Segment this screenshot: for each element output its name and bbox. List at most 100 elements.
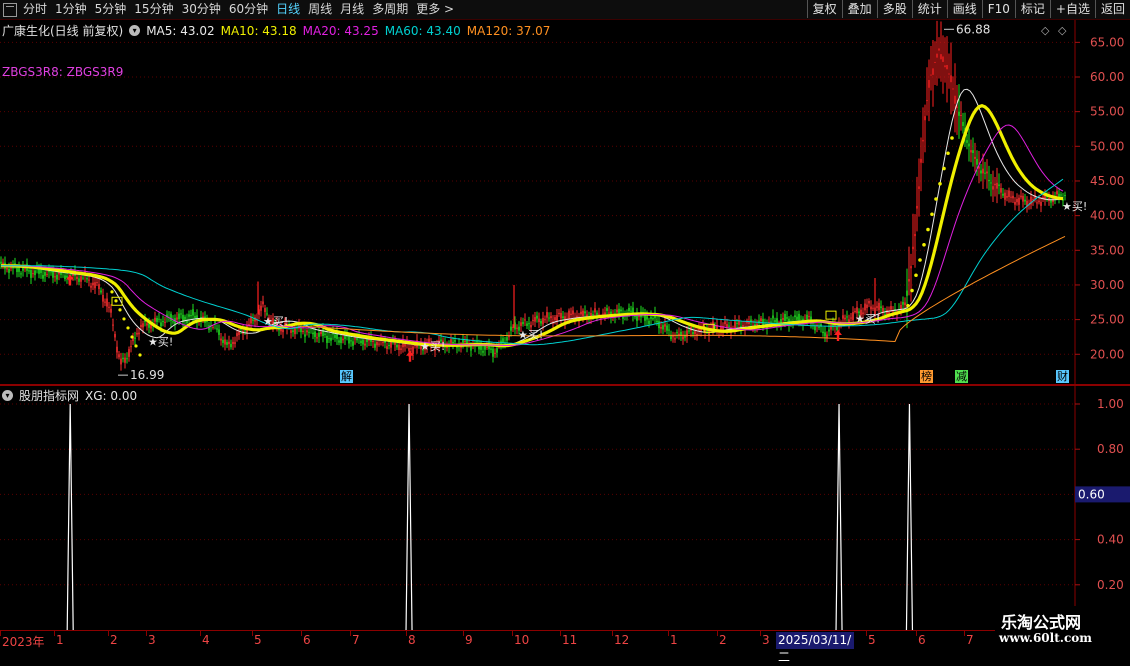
candle-body <box>940 54 942 60</box>
trend-dot <box>138 353 142 357</box>
candle-body <box>748 321 750 324</box>
candle-body <box>30 270 32 278</box>
candle-body <box>992 186 994 190</box>
candle-body <box>530 324 532 328</box>
indicator-tick-label: 1.00 <box>1097 397 1124 411</box>
candle-body <box>648 320 650 325</box>
candle-body <box>306 330 308 333</box>
trend-dot <box>930 212 934 217</box>
price-chart-svg[interactable]: 65.00 60.00 55.00 50.00 45.00 40.00 35.00 30.00… <box>0 20 1130 385</box>
diamond-icon: ◇ <box>1041 24 1050 37</box>
candle-body <box>986 171 988 174</box>
candles <box>0 20 1066 371</box>
candle-body <box>452 341 454 344</box>
candle-body <box>384 341 386 343</box>
candle-body <box>360 340 362 344</box>
candle-body <box>154 317 156 322</box>
candle-body <box>1000 188 1002 193</box>
toolbar-button-7[interactable]: +自选 <box>1049 0 1095 18</box>
candle-body <box>1036 202 1038 204</box>
candle-body <box>362 339 364 345</box>
period-tab-8[interactable]: 月线 <box>336 0 368 19</box>
indicator-svg[interactable]: 1.000.800.600.400.200.60 <box>0 386 1130 630</box>
toolbar-button-0[interactable]: 复权 <box>806 0 842 18</box>
candle-body <box>532 320 534 322</box>
candle-body <box>318 332 320 337</box>
toolbar-button-8[interactable]: 返回 <box>1094 0 1130 18</box>
period-toolbar: 分时 1分钟 5分钟 15分钟 30分钟 60分钟 日线 周线 月线 多周期 更多 > 复权 叠加 多股… <box>0 0 1130 20</box>
candle-body <box>592 314 594 316</box>
candle-body <box>938 48 940 51</box>
candle-body <box>510 326 512 331</box>
candle-body <box>910 266 912 269</box>
candle-body <box>244 330 246 332</box>
candle-body <box>562 316 564 319</box>
indicator-tick-label: 0.80 <box>1097 442 1124 456</box>
candle-body <box>378 343 380 345</box>
period-tab-9[interactable]: 多周期 <box>368 0 412 19</box>
trend-dot <box>938 181 942 186</box>
toolbar-button-4[interactable]: 画线 <box>946 0 982 18</box>
candle-body <box>864 303 866 311</box>
period-tab-6[interactable]: 日线 <box>272 0 304 19</box>
period-tab-7[interactable]: 周线 <box>304 0 336 19</box>
date-label: 7 <box>352 633 360 647</box>
event-mark-3[interactable]: 财 <box>1056 370 1069 383</box>
period-tab-3[interactable]: 15分钟 <box>130 0 177 19</box>
toolbar-button-5[interactable]: F10 <box>981 0 1015 18</box>
period-tab-1[interactable]: 1分钟 <box>51 0 91 19</box>
candle-body <box>308 331 310 333</box>
ma120-label: MA120: 37.07 <box>466 23 551 38</box>
candle-body <box>96 282 98 284</box>
candle-body <box>908 279 910 282</box>
trend-dot <box>942 166 946 171</box>
indicator-pane[interactable]: 1.000.800.600.400.200.60 ▾ 股朋指标网 XG: 0.0… <box>0 386 1130 630</box>
event-mark-2[interactable]: 减 <box>955 370 968 383</box>
candle-body <box>464 340 466 343</box>
period-tab-0[interactable]: 分时 <box>19 0 51 19</box>
candle-body <box>24 268 26 270</box>
date-tick <box>463 631 464 636</box>
candle-body <box>382 342 384 344</box>
event-mark-0[interactable]: 解 <box>340 370 353 383</box>
toolbar-button-1[interactable]: 叠加 <box>841 0 877 18</box>
period-tab-4[interactable]: 30分钟 <box>178 0 225 19</box>
indicator-tick-label: 0.20 <box>1097 578 1124 592</box>
candle-body <box>844 317 846 320</box>
candle-body <box>826 334 828 338</box>
candle-body <box>1008 190 1010 198</box>
candle-body <box>214 321 216 324</box>
candle-body <box>1022 195 1024 202</box>
period-tab-5[interactable]: 60分钟 <box>225 0 272 19</box>
period-tab-2[interactable]: 5分钟 <box>91 0 131 19</box>
toolbar-button-2[interactable]: 多股 <box>876 0 912 18</box>
candle-body <box>304 334 306 337</box>
candle-body <box>314 331 316 337</box>
date-tick <box>146 631 147 636</box>
event-mark-1[interactable]: 榜 <box>920 370 933 383</box>
trend-dot <box>114 299 118 303</box>
candle-body <box>334 334 336 338</box>
settings-circle-icon[interactable]: ▾ <box>129 25 141 36</box>
candle-body <box>328 338 330 340</box>
candle-body <box>616 309 618 313</box>
xg-signal-spike <box>835 403 843 630</box>
date-label: 2 <box>719 633 727 647</box>
window-icon[interactable] <box>3 2 17 17</box>
candle-body <box>548 317 550 319</box>
toolbar-button-6[interactable]: 标记 <box>1014 0 1050 18</box>
candle-body <box>782 318 784 320</box>
period-tab-10[interactable]: 更多 > <box>412 0 458 19</box>
candle-body <box>172 321 174 323</box>
candle-body <box>178 313 180 320</box>
date-tick <box>866 631 867 636</box>
trend-dot <box>922 242 926 247</box>
price-chart-pane[interactable]: 65.00 60.00 55.00 50.00 45.00 40.00 35.00 30.00… <box>0 20 1130 385</box>
toolbar-button-3[interactable]: 统计 <box>911 0 947 18</box>
candle-body <box>822 331 824 334</box>
candle-body <box>400 348 402 350</box>
candle-body <box>234 342 236 344</box>
settings-circle-icon[interactable]: ▾ <box>2 390 13 401</box>
candle-body <box>692 332 694 335</box>
candle-body <box>618 308 620 314</box>
